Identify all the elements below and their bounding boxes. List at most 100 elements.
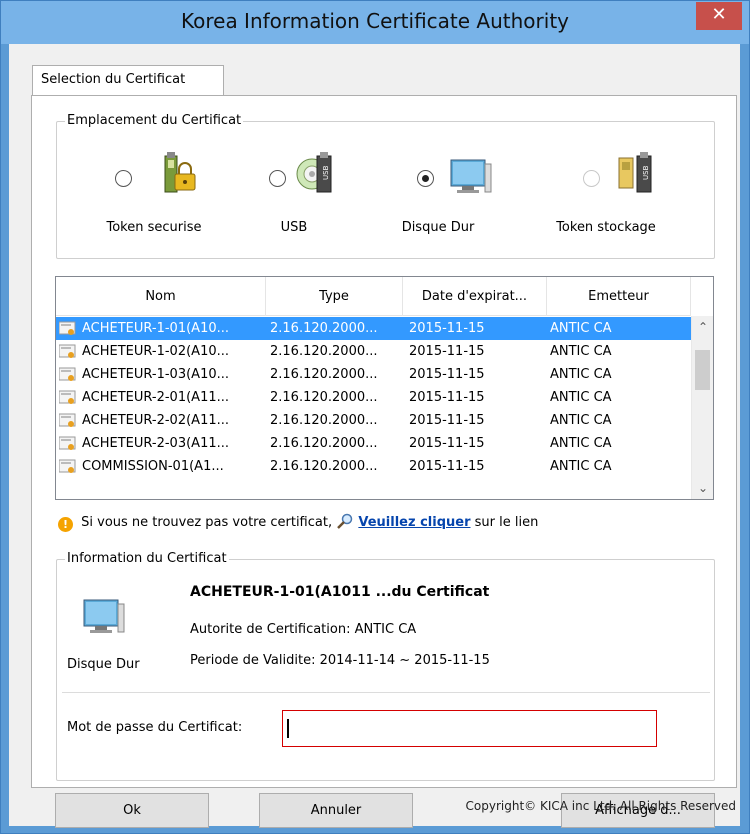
- cell-emetteur: ANTIC CA: [550, 436, 612, 451]
- certificate-icon: [59, 344, 76, 358]
- location-option-disque-dur[interactable]: Disque Dur: [357, 152, 507, 242]
- warning-icon: !: [58, 517, 73, 532]
- dialog-client-area: Selection du Certificat Emplacement du C…: [9, 44, 740, 828]
- certificate-list[interactable]: Nom Type Date d'expirat... Emetteur ACHE…: [55, 276, 714, 500]
- notice-prefix: Si vous ne trouvez pas votre certificat,: [81, 515, 333, 530]
- cell-date: 2015-11-15: [409, 367, 485, 382]
- certificate-icon: [59, 436, 76, 450]
- certificate-icon: [59, 459, 76, 473]
- title-bar[interactable]: Korea Information Certificate Authority …: [1, 1, 749, 44]
- certificate-validity: Periode de Validite: 2014-11-14 ~ 2015-1…: [190, 653, 490, 668]
- radio-disque-dur[interactable]: [417, 170, 434, 187]
- table-row[interactable]: ACHETEUR-1-03(A10... 2.16.120.2000... 20…: [56, 363, 692, 386]
- column-header-nom[interactable]: Nom: [56, 277, 266, 316]
- window-title: Korea Information Certificate Authority: [181, 9, 569, 33]
- cell-emetteur: ANTIC CA: [550, 344, 612, 359]
- hard-disk-icon: [450, 159, 492, 193]
- certificate-info-group: Information du Certificat Disque Dur ACH…: [56, 551, 715, 781]
- copyright-text: Copyright© KICA inc Ltd. All Rights Rese…: [465, 799, 736, 813]
- cell-emetteur: ANTIC CA: [550, 321, 612, 336]
- radio-token-securise[interactable]: [115, 170, 132, 187]
- scroll-down-icon[interactable]: ⌄: [692, 477, 713, 499]
- cell-nom: ACHETEUR-1-03(A10...: [82, 367, 230, 382]
- radio-usb[interactable]: [269, 170, 286, 187]
- cell-date: 2015-11-15: [409, 436, 485, 451]
- table-row[interactable]: ACHETEUR-1-01(A10... 2.16.120.2000... 20…: [56, 317, 692, 340]
- scrollbar-thumb[interactable]: [695, 350, 710, 390]
- table-row[interactable]: ACHETEUR-2-02(A11... 2.16.120.2000... 20…: [56, 409, 692, 432]
- cell-type: 2.16.120.2000...: [270, 413, 378, 428]
- cell-nom: ACHETEUR-2-03(A11...: [82, 436, 230, 451]
- usb-icon: USB: [296, 152, 332, 193]
- location-option-token-securise[interactable]: Token securise: [79, 152, 229, 242]
- certificate-authority: Autorite de Certification: ANTIC CA: [190, 622, 417, 637]
- cell-type: 2.16.120.2000...: [270, 390, 378, 405]
- find-certificate-link[interactable]: Veuillez cliquer: [358, 515, 470, 530]
- cell-date: 2015-11-15: [409, 344, 485, 359]
- hard-disk-icon: [83, 599, 125, 633]
- table-row[interactable]: ACHETEUR-2-01(A11... 2.16.120.2000... 20…: [56, 386, 692, 409]
- radio-token-stockage[interactable]: [583, 170, 600, 187]
- cell-type: 2.16.120.2000...: [270, 459, 378, 474]
- certificate-name: ACHETEUR-1-01(A1011 ...du Certificat: [190, 584, 490, 600]
- cell-emetteur: ANTIC CA: [550, 413, 612, 428]
- location-label-usb: USB: [280, 220, 308, 235]
- table-row[interactable]: ACHETEUR-2-03(A11... 2.16.120.2000... 20…: [56, 432, 692, 455]
- location-group-label: Emplacement du Certificat: [65, 113, 244, 128]
- not-found-notice: ! Si vous ne trouvez pas votre certifica…: [58, 513, 538, 532]
- magnifier-icon: [337, 513, 353, 529]
- certificate-icon: [59, 390, 76, 404]
- cell-nom: ACHETEUR-1-02(A10...: [82, 344, 230, 359]
- info-group-label: Information du Certificat: [65, 551, 229, 566]
- location-option-usb[interactable]: USB USB: [219, 152, 369, 242]
- column-header-emetteur[interactable]: Emetteur: [547, 277, 691, 316]
- location-label-token-securise: Token securise: [106, 220, 202, 235]
- location-option-token-stockage[interactable]: USB Token stockage: [543, 152, 693, 242]
- cell-nom: COMMISSION-01(A1...: [82, 459, 224, 474]
- cell-nom: ACHETEUR-2-02(A11...: [82, 413, 230, 428]
- cell-nom: ACHETEUR-2-01(A11...: [82, 390, 230, 405]
- cell-type: 2.16.120.2000...: [270, 367, 378, 382]
- cancel-button[interactable]: Annuler: [259, 793, 413, 828]
- password-label: Mot de passe du Certificat:: [67, 720, 243, 735]
- media-label: Disque Dur: [67, 657, 140, 672]
- ok-button[interactable]: Ok: [55, 793, 209, 828]
- cell-type: 2.16.120.2000...: [270, 344, 378, 359]
- svg-text:USB: USB: [322, 165, 330, 180]
- certificate-icon: [59, 321, 76, 335]
- divider: [62, 692, 710, 693]
- column-header-type[interactable]: Type: [266, 277, 403, 316]
- svg-text:USB: USB: [642, 165, 650, 180]
- scroll-up-icon[interactable]: ⌃: [692, 316, 713, 338]
- cell-emetteur: ANTIC CA: [550, 367, 612, 382]
- cell-date: 2015-11-15: [409, 413, 485, 428]
- cell-date: 2015-11-15: [409, 459, 485, 474]
- cell-date: 2015-11-15: [409, 390, 485, 405]
- cell-nom: ACHETEUR-1-01(A10...: [82, 321, 230, 336]
- cell-type: 2.16.120.2000...: [270, 436, 378, 451]
- table-row[interactable]: ACHETEUR-1-02(A10... 2.16.120.2000... 20…: [56, 340, 692, 363]
- location-group: Emplacement du Certificat Token securise: [56, 113, 715, 259]
- column-header-date[interactable]: Date d'expirat...: [403, 277, 547, 316]
- vertical-scrollbar[interactable]: ⌃ ⌄: [691, 316, 713, 499]
- certificate-icon: [59, 367, 76, 381]
- certificate-icon: [59, 413, 76, 427]
- certificate-list-header: Nom Type Date d'expirat... Emetteur: [56, 277, 691, 316]
- tab-panel: Emplacement du Certificat Token securise: [31, 95, 737, 828]
- location-label-disque-dur: Disque Dur: [401, 220, 475, 235]
- cell-type: 2.16.120.2000...: [270, 321, 378, 336]
- dialog-window: Korea Information Certificate Authority …: [0, 0, 750, 834]
- cell-date: 2015-11-15: [409, 321, 485, 336]
- location-label-token-stockage: Token stockage: [556, 220, 656, 235]
- close-button[interactable]: ✕: [696, 2, 742, 30]
- cell-emetteur: ANTIC CA: [550, 390, 612, 405]
- secure-token-icon: [164, 152, 196, 193]
- close-icon: ✕: [711, 4, 727, 25]
- tab-selection-du-certificat[interactable]: Selection du Certificat: [32, 65, 224, 96]
- storage-token-icon: USB: [618, 152, 652, 193]
- cell-emetteur: ANTIC CA: [550, 459, 612, 474]
- notice-suffix: sur le lien: [474, 515, 539, 530]
- text-caret: [287, 719, 289, 738]
- table-row[interactable]: COMMISSION-01(A1... 2.16.120.2000... 201…: [56, 455, 692, 478]
- password-field[interactable]: [282, 710, 657, 747]
